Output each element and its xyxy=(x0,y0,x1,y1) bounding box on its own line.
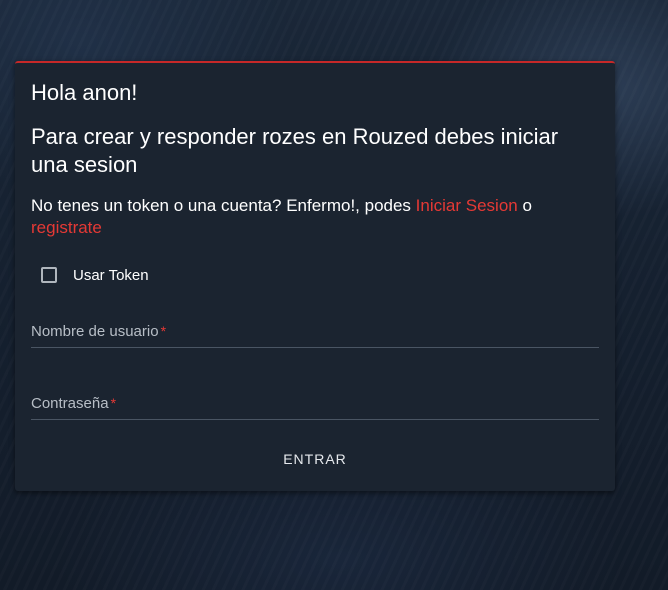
username-field[interactable]: Nombre de usuario * xyxy=(31,317,599,348)
greeting-title: Hola anon! xyxy=(31,80,138,105)
submit-button[interactable]: ENTRAR xyxy=(265,443,365,473)
account-prompt: No tenes un token o una cuenta? Enfermo!… xyxy=(31,195,591,239)
use-token-option[interactable]: Usar Token xyxy=(41,263,149,287)
username-label-text: Nombre de usuario xyxy=(31,323,159,340)
use-token-label[interactable]: Usar Token xyxy=(73,267,149,284)
use-token-checkbox[interactable] xyxy=(41,267,57,283)
register-link[interactable]: registrate xyxy=(31,218,102,237)
account-prompt-text: No tenes un token o una cuenta? Enfermo!… xyxy=(31,196,411,215)
password-field[interactable]: Contraseña * xyxy=(31,389,599,420)
password-label: Contraseña * xyxy=(31,395,116,412)
password-label-text: Contraseña xyxy=(31,395,109,412)
username-label: Nombre de usuario * xyxy=(31,323,166,340)
required-marker: * xyxy=(160,323,167,339)
login-card: Hola anon! Para crear y responder rozes … xyxy=(15,61,615,491)
login-required-message: Para crear y responder rozes en Rouzed d… xyxy=(31,124,559,177)
required-marker: * xyxy=(110,395,117,411)
prompt-conjunction: o xyxy=(522,196,532,215)
login-link[interactable]: Iniciar Sesion xyxy=(416,196,518,215)
